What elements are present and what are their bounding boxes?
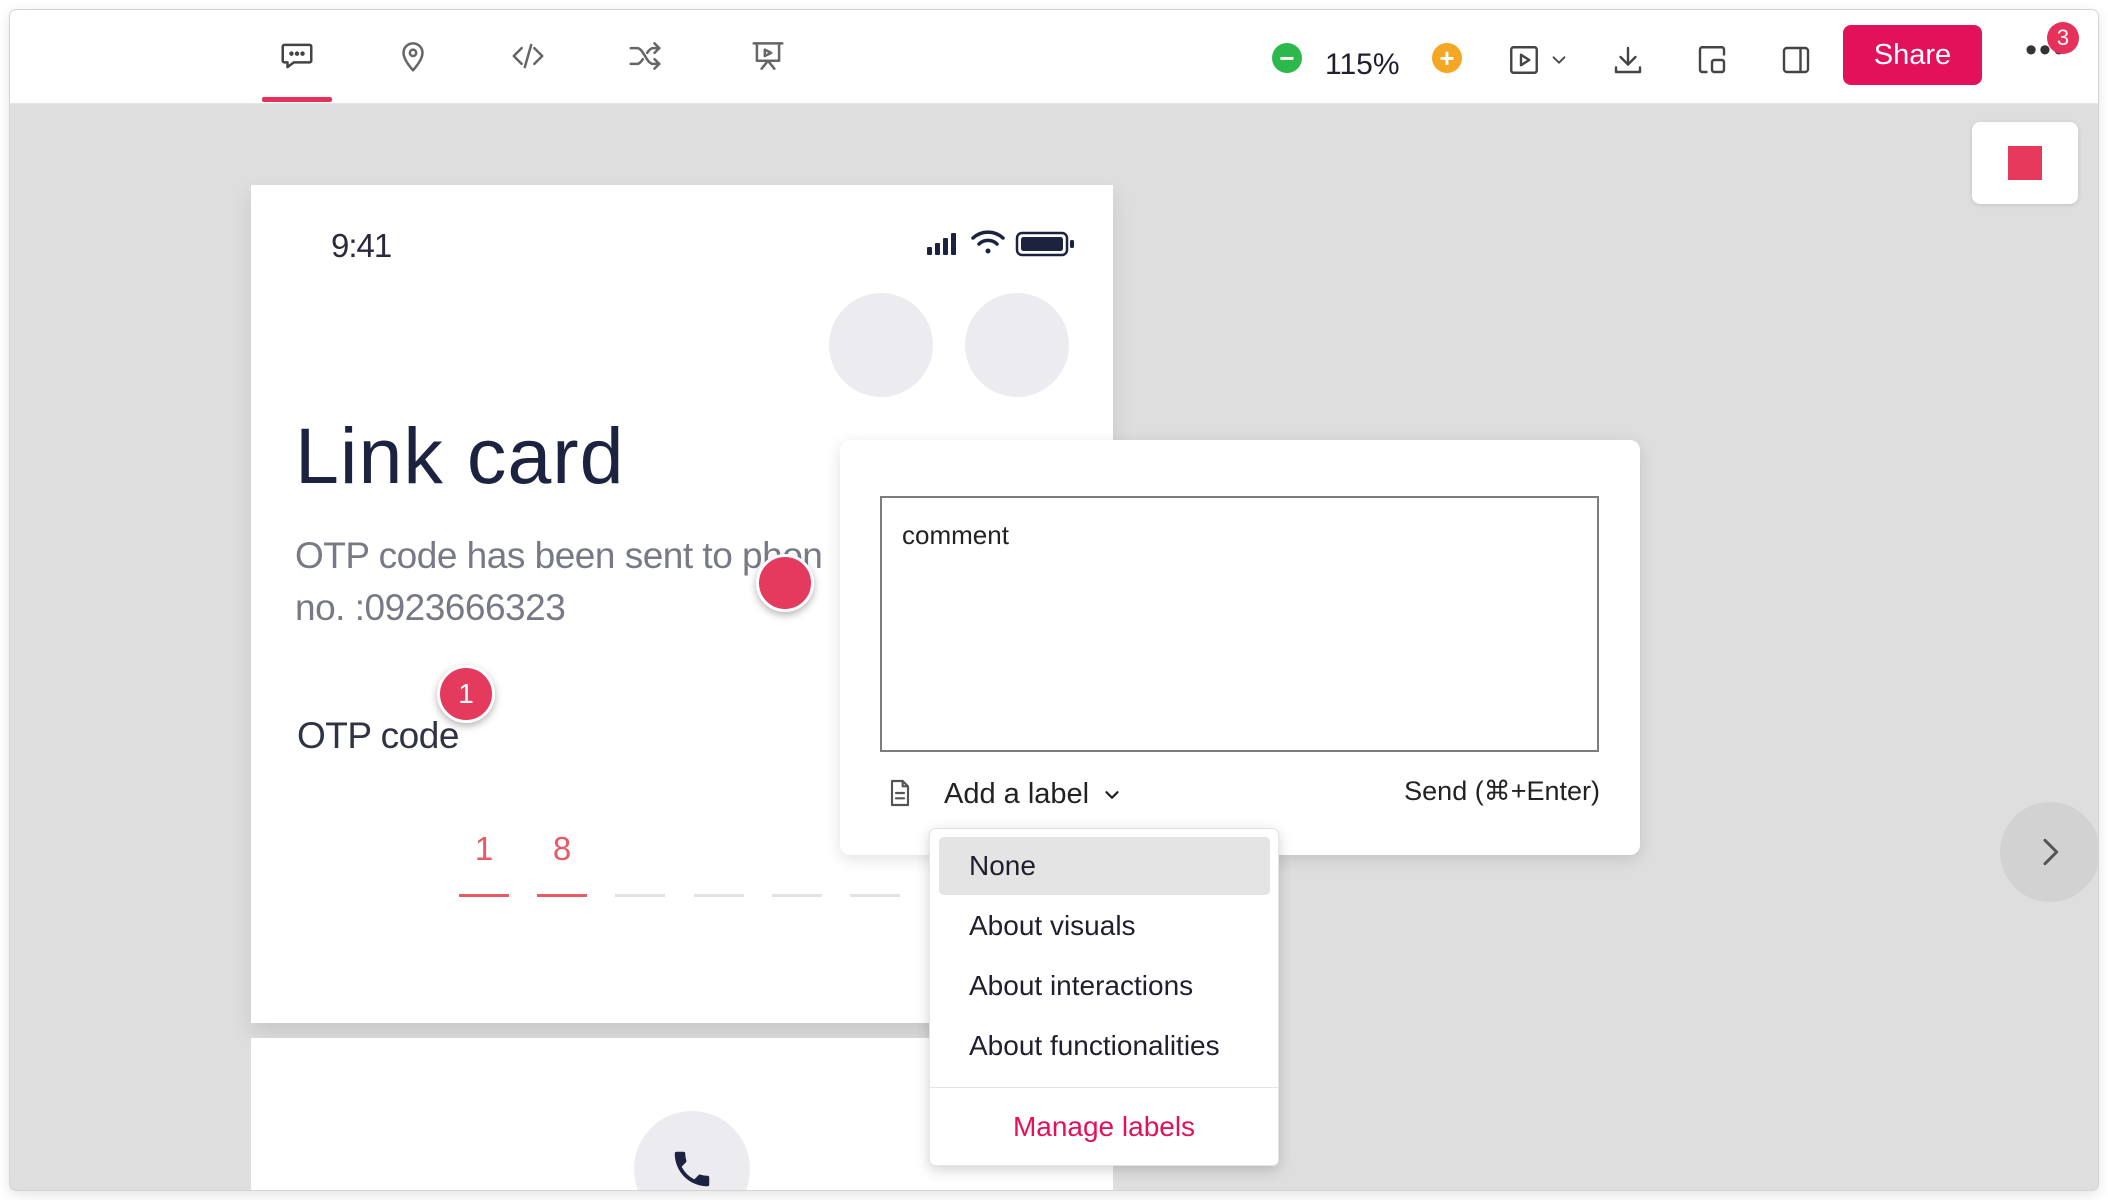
otp-digit <box>772 830 822 864</box>
screen-title: Link card <box>295 411 625 500</box>
otp-underline <box>694 894 744 897</box>
otp-digit: 1 <box>474 830 494 867</box>
next-screen-button[interactable] <box>2000 802 2098 902</box>
code-mode-button[interactable] <box>493 30 563 82</box>
signal-icon <box>927 233 956 255</box>
otp-underline <box>459 894 509 897</box>
comment-composer: comment Add a label Send (⌘+Enter) <box>840 440 1640 855</box>
chevron-right-icon <box>2043 838 2059 866</box>
toggle-sidebar-button[interactable] <box>1770 34 1822 86</box>
inspect-button[interactable] <box>1686 34 1738 86</box>
plus-icon: + <box>1439 43 1455 73</box>
label-menu: None About visuals About interactions Ab… <box>929 828 1279 1166</box>
otp-digit <box>615 830 665 864</box>
play-square-icon <box>1510 46 1538 74</box>
code-icon <box>512 43 544 69</box>
otp-underline <box>772 894 822 897</box>
stop-recording-button[interactable] <box>1972 122 2078 204</box>
label-option-interactions[interactable]: About interactions <box>939 957 1270 1015</box>
label-option-visuals[interactable]: About visuals <box>939 897 1270 955</box>
comment-textarea[interactable]: comment <box>880 496 1599 752</box>
minus-icon: − <box>1279 43 1295 73</box>
call-button <box>634 1111 750 1190</box>
menu-divider <box>930 1087 1278 1088</box>
notification-badge: 3 <box>2047 22 2079 54</box>
shuffle-icon <box>629 42 661 70</box>
new-comment-pin[interactable] <box>756 554 814 612</box>
app-window: − 115% + Share ••• 3 9:41 Link card OTP … <box>10 10 2098 1190</box>
comment-icon <box>281 43 313 69</box>
chevron-down-icon <box>1552 56 1566 64</box>
status-bar-icons <box>927 230 1074 257</box>
download-button[interactable] <box>1602 34 1654 86</box>
otp-label: OTP code <box>297 715 459 756</box>
top-toolbar: − 115% + Share ••• 3 <box>10 10 2098 104</box>
battery-icon <box>1015 231 1074 257</box>
otp-digit: 8 <box>552 830 572 867</box>
wifi-icon <box>971 230 1005 254</box>
chevron-down-icon <box>1105 790 1119 799</box>
document-icon <box>890 779 910 807</box>
otp-underline <box>537 894 587 897</box>
header-action-circle <box>965 293 1069 397</box>
label-option-none[interactable]: None <box>939 837 1270 895</box>
presentation-icon <box>752 42 784 70</box>
header-action-circle <box>829 293 933 397</box>
share-button[interactable]: Share <box>1843 25 1982 85</box>
zoom-level: 115% <box>1325 48 1400 81</box>
comment-mode-button[interactable] <box>262 30 332 102</box>
send-button[interactable]: Send (⌘+Enter) <box>1404 776 1600 807</box>
download-icon <box>1614 46 1642 74</box>
zoom-out-button[interactable]: − <box>1272 43 1302 73</box>
otp-digit <box>694 830 744 864</box>
label-option-functionalities[interactable]: About functionalities <box>939 1017 1270 1075</box>
manage-labels-link[interactable]: Manage labels <box>930 1111 1278 1143</box>
pin-icon <box>402 42 424 72</box>
flow-mode-button[interactable] <box>610 30 680 82</box>
otp-underline <box>850 894 900 897</box>
otp-underline <box>615 894 665 897</box>
add-label-dropdown[interactable]: Add a label <box>944 778 1123 811</box>
stop-icon <box>2008 146 2042 180</box>
phone-icon <box>674 1151 710 1187</box>
add-label-text: Add a label <box>944 778 1090 810</box>
preview-options-dropdown[interactable] <box>1544 34 1574 86</box>
zoom-in-button[interactable]: + <box>1432 43 1462 73</box>
status-bar-time: 9:41 <box>331 227 392 264</box>
present-mode-button[interactable] <box>733 30 803 82</box>
inspect-icon <box>1698 46 1726 74</box>
sidebar-icon <box>1782 46 1810 74</box>
preview-button[interactable] <box>1498 34 1550 86</box>
pin-mode-button[interactable] <box>378 30 448 82</box>
comment-pin[interactable]: 1 <box>437 665 495 723</box>
